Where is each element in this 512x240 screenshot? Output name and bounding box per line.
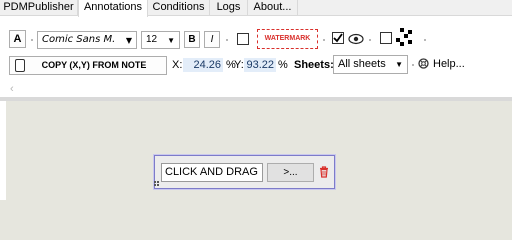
tab-pdmpublisher[interactable]: PDMPublisher [0,0,78,16]
help-lifebuoy-icon [418,58,429,69]
annotations-toolbar: A Comic Sans M. ▼ 12 ▼ B I WATERMARK COP… [0,16,512,85]
separator [31,39,33,41]
font-size-select[interactable]: 12 ▼ [141,31,180,49]
y-unit: % [278,59,288,71]
font-family-value: Comic Sans M. [42,34,116,45]
eye-icon[interactable] [348,33,364,45]
copy-xy-from-note-button[interactable]: COPY (X,Y) FROM NOTE [9,56,167,75]
y-coordinate-field[interactable]: 93.22 [244,58,276,72]
annotation-note-widget[interactable]: CLICK AND DRAG >... [154,155,335,189]
text-style-button[interactable]: A [9,30,26,48]
nav-row: ‹ [0,83,512,97]
trash-icon[interactable] [319,166,329,178]
separator [424,39,426,41]
separator [226,39,228,41]
note-text-field[interactable]: CLICK AND DRAG [161,163,263,182]
font-size-value: 12 [146,34,158,45]
separator [369,39,371,41]
italic-button[interactable]: I [204,31,220,48]
drag-grip-icon[interactable] [154,181,160,188]
help-label: Help... [433,58,465,70]
y-label: Y: [234,59,244,71]
note-action-button[interactable]: >... [267,163,314,182]
copy-button-label: COPY (X,Y) FROM NOTE [41,60,147,70]
x-coordinate-field[interactable]: 24.26 [183,58,223,72]
tab-logs[interactable]: Logs [210,0,248,16]
bold-button[interactable]: B [184,31,200,48]
font-family-select[interactable]: Comic Sans M. ▼ [37,31,137,49]
watermark-checkbox[interactable] [237,33,249,45]
sheets-value: All sheets [338,58,386,70]
tab-conditions[interactable]: Conditions [148,0,210,16]
separator [412,64,414,66]
chevron-down-icon: ▼ [125,36,132,45]
checkmark-icon [333,33,343,43]
tab-bar: PDMPublisher Annotations Conditions Logs… [0,0,512,17]
back-arrow-icon[interactable]: ‹ [10,83,14,95]
chevron-down-icon: ▼ [167,36,175,45]
visibility-checkbox[interactable] [332,32,344,44]
watermark-button[interactable]: WATERMARK [257,29,318,49]
sheets-label: Sheets: [294,59,334,71]
sheets-select[interactable]: All sheets ▼ [333,55,408,74]
qr-checkbox[interactable] [380,32,392,44]
x-label: X: [172,59,183,71]
qr-code-icon[interactable] [396,28,416,48]
note-icon [15,59,25,72]
help-button[interactable]: Help... [418,56,470,74]
tab-annotations[interactable]: Annotations [78,0,148,17]
tab-about[interactable]: About... [248,0,298,16]
separator [323,39,325,41]
chevron-down-icon: ▼ [395,60,403,69]
